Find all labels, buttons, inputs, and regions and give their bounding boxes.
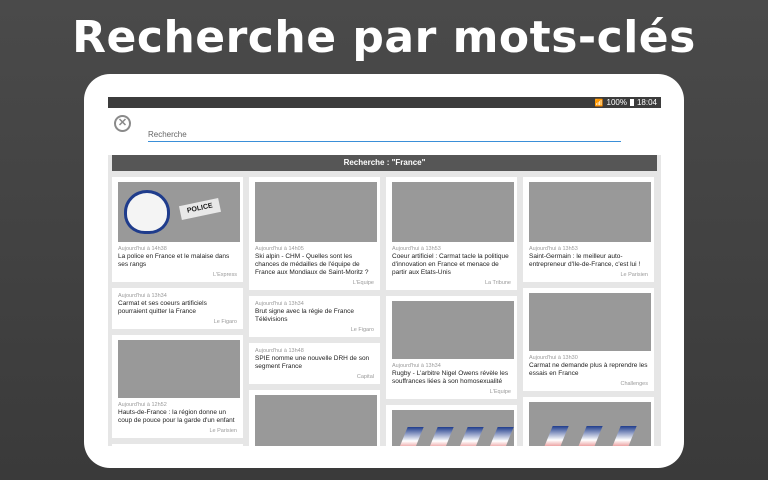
article-card[interactable]: Aujourd'hui à 13h53 Coeur artificiel : C…: [386, 177, 517, 290]
results-column: Aujourd'hui à 13h53 Coeur artificiel : C…: [386, 177, 517, 446]
tail-fin: [609, 426, 637, 446]
article-title: Carmat ne demande plus à reprendre les e…: [529, 362, 648, 377]
results-header: Recherche : "France": [112, 155, 657, 171]
article-source: L'Equipe: [352, 280, 374, 286]
tail-fin: [396, 427, 424, 446]
results-column: Aujourd'hui à 14h05 Ski alpin - CHM - Qu…: [249, 177, 380, 446]
article-card[interactable]: [249, 390, 380, 446]
article-image: [529, 182, 651, 242]
article-card[interactable]: Aujourd'hui à 14h05 Ski alpin - CHM - Qu…: [249, 177, 380, 290]
results-grid: POLICE Aujourd'hui à 14h38 La police en …: [112, 177, 657, 446]
article-date: Aujourd'hui à 14h38: [118, 246, 167, 252]
article-card[interactable]: Aujourd'hui à 13h34 Brut signe avec la r…: [249, 296, 380, 337]
close-icon[interactable]: ✕: [114, 115, 131, 132]
article-title: Carmat et ses coeurs artificiels pourrai…: [118, 300, 207, 315]
article-title: Brut signe avec la régie de France Télév…: [255, 308, 354, 323]
article-source: L'Express: [213, 272, 237, 278]
article-card[interactable]: [386, 405, 517, 446]
wifi-icon: 📶: [594, 99, 604, 107]
article-source: Capital: [356, 374, 374, 380]
article-image: [529, 293, 651, 351]
police-badge-icon: [124, 190, 170, 234]
article-source: La Tribune: [485, 280, 511, 286]
article-title: Coeur artificiel : Carmat tacle la polit…: [392, 253, 509, 276]
article-card[interactable]: Aujourd'hui à 13h34 Carmat et ses coeurs…: [112, 288, 243, 329]
article-date: Aujourd'hui à 13h53: [529, 246, 578, 252]
battery-level: 100%: [606, 98, 627, 107]
search-input[interactable]: [148, 128, 621, 142]
article-title: Rugby - L'arbitre Nigel Owens révèle les…: [392, 370, 509, 385]
results-column: Aujourd'hui à 13h53 Saint-Germain : le m…: [523, 177, 654, 446]
tail-fin: [426, 427, 454, 446]
search-bar: ✕: [108, 108, 661, 155]
status-bar: 📶 100% 18:04: [108, 97, 661, 108]
article-image: POLICE: [118, 182, 240, 242]
article-card[interactable]: Aujourd'hui à 12h52 Hauts-de-France : la…: [112, 335, 243, 438]
article-card[interactable]: Aujourd'hui à 13h34 Rugby - L'arbitre Ni…: [386, 296, 517, 399]
police-label: POLICE: [178, 197, 222, 221]
article-date: Aujourd'hui à 13h53: [392, 246, 441, 252]
article-card[interactable]: Aujourd'hui à 13h48 SPIE nomme une nouve…: [249, 343, 380, 384]
article-image: [529, 402, 651, 446]
article-source: Le Parisien: [209, 428, 237, 434]
clock: 18:04: [636, 98, 657, 107]
article-image: [392, 182, 514, 242]
article-image: [118, 340, 240, 398]
article-card[interactable]: Aujourd'hui à 13h30 Carmat ne demande pl…: [523, 288, 654, 391]
article-title: La police en France et le malaise dans s…: [118, 253, 230, 268]
article-source: Challenges: [620, 381, 648, 387]
article-image: [392, 410, 514, 446]
article-date: Aujourd'hui à 13h30: [529, 355, 578, 361]
article-title: Hauts-de-France : la région donne un cou…: [118, 409, 235, 424]
promo-title: Recherche par mots-clés: [72, 12, 696, 63]
article-card[interactable]: Aujourd'hui à 13h53 Saint-Germain : le m…: [523, 177, 654, 282]
article-date: Aujourd'hui à 13h48: [255, 348, 304, 354]
article-title: SPIE nomme une nouvelle DRH de son segme…: [255, 355, 370, 370]
article-source: L'Equipe: [489, 389, 511, 395]
tail-fin: [456, 427, 484, 446]
article-date: Aujourd'hui à 12h52: [118, 402, 167, 408]
article-image: [392, 301, 514, 359]
tail-fin: [541, 426, 569, 446]
article-source: Le Figaro: [213, 319, 237, 325]
article-source: Le Parisien: [620, 272, 648, 278]
app-screen: 📶 100% 18:04 ✕ Recherche : "France" POLI…: [108, 97, 661, 446]
article-source: Le Figaro: [350, 327, 374, 333]
article-date: Aujourd'hui à 14h05: [255, 246, 304, 252]
results-column: POLICE Aujourd'hui à 14h38 La police en …: [112, 177, 243, 446]
tail-fin: [486, 427, 514, 446]
article-card[interactable]: POLICE Aujourd'hui à 14h38 La police en …: [112, 177, 243, 282]
article-card[interactable]: [112, 444, 243, 446]
article-date: Aujourd'hui à 13h34: [118, 293, 167, 299]
tail-fin: [575, 426, 603, 446]
article-card[interactable]: [523, 397, 654, 446]
article-image: [255, 395, 377, 446]
article-title: Saint-Germain : le meilleur auto-entrepr…: [529, 253, 641, 268]
article-date: Aujourd'hui à 13h34: [255, 301, 304, 307]
article-title: Ski alpin - CHM - Quelles sont les chanc…: [255, 253, 369, 276]
article-date: Aujourd'hui à 13h34: [392, 363, 441, 369]
article-image: [255, 182, 377, 242]
battery-icon: [629, 99, 634, 106]
